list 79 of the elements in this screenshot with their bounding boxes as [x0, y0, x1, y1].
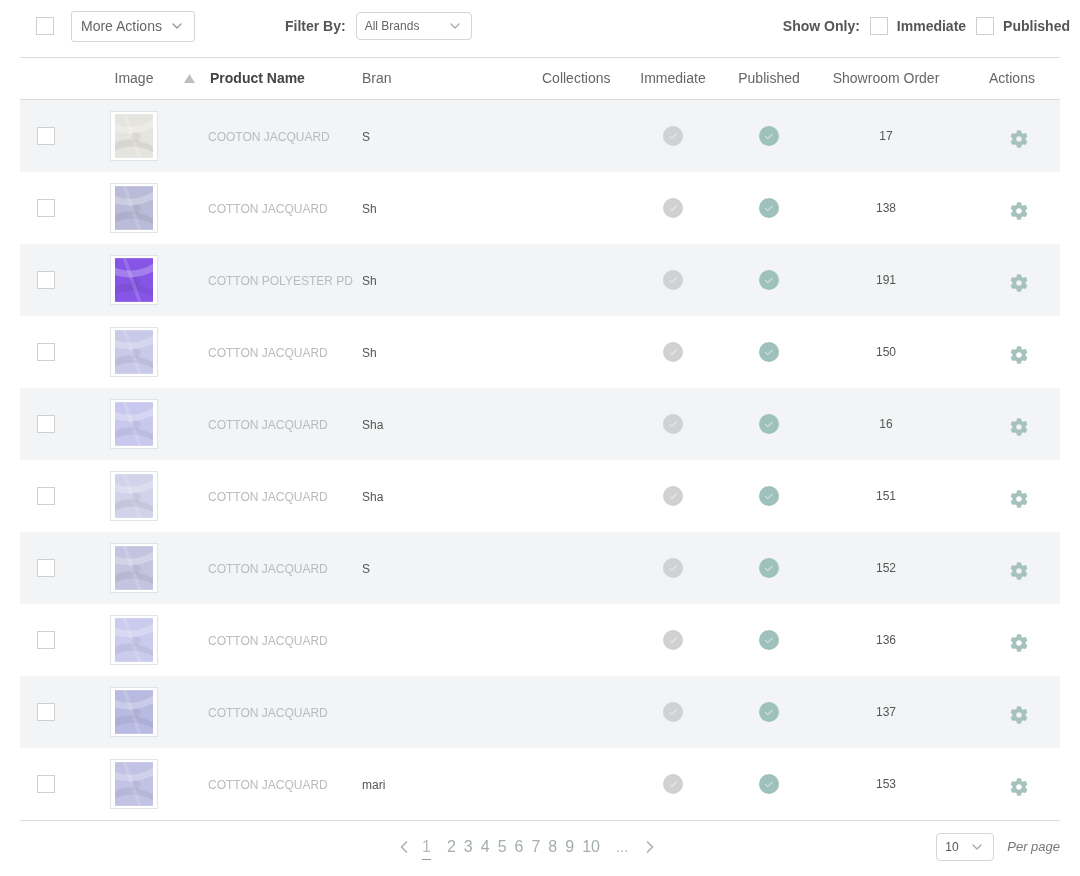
settings-icon[interactable]	[1010, 274, 1028, 292]
settings-icon[interactable]	[1010, 490, 1028, 508]
showroom-order: 191	[876, 272, 896, 289]
product-name[interactable]: COTTON JACQUARD	[208, 562, 328, 576]
brand-name: Sh	[362, 346, 377, 360]
product-name[interactable]: COTTON JACQUARD	[208, 490, 328, 504]
product-name[interactable]: COOTON JACQUARD	[208, 130, 330, 144]
settings-icon[interactable]	[1010, 130, 1028, 148]
page-link[interactable]: 2	[446, 835, 456, 859]
page-link[interactable]: 5	[497, 835, 507, 859]
column-header[interactable]: Showroom Order	[832, 68, 940, 89]
column-header[interactable]: Bran	[362, 68, 392, 89]
brand-name: Sha	[362, 490, 384, 504]
showroom-order: 16	[879, 416, 893, 433]
product-name[interactable]: COTTON JACQUARD	[208, 706, 328, 720]
product-name[interactable]: COTTON JACQUARD	[208, 346, 328, 360]
select-all-checkbox[interactable]	[36, 17, 54, 35]
brand-name: S	[362, 130, 370, 144]
page-link[interactable]: 3	[463, 835, 473, 859]
page-link[interactable]: 7	[531, 835, 541, 859]
page-link[interactable]: 4	[480, 835, 490, 859]
brand-name: Sha	[362, 418, 384, 432]
brand-name: Sh	[362, 274, 377, 288]
per-page-label: Per page	[1007, 838, 1060, 857]
row-checkbox[interactable]	[37, 271, 55, 289]
showroom-order: 152	[876, 560, 896, 577]
showroom-order: 136	[876, 632, 896, 649]
showroom-order: 150	[876, 344, 896, 361]
showroom-order: 138	[876, 200, 896, 217]
pagination-ellipsis: ...	[615, 836, 629, 857]
column-header[interactable]: Actions	[989, 68, 1035, 89]
product-name[interactable]: COTTON JACQUARD	[208, 418, 328, 432]
more-actions-button[interactable]: More Actions	[71, 10, 195, 42]
settings-icon[interactable]	[1010, 418, 1028, 436]
filter-checkbox[interactable]	[976, 17, 995, 35]
column-header[interactable]: Published	[738, 68, 800, 89]
per-page-select[interactable]: 10	[936, 833, 995, 861]
checkbox-label: Published	[1003, 16, 1070, 36]
brand-filter-select[interactable]: All Brands	[355, 12, 472, 40]
settings-icon[interactable]	[1010, 634, 1028, 652]
brand-name: mari	[362, 778, 386, 792]
show-only-label: Show Only:	[782, 16, 860, 36]
row-checkbox[interactable]	[37, 631, 55, 649]
row-checkbox[interactable]	[37, 487, 55, 505]
product-name[interactable]: COTTON JACQUARD	[208, 634, 328, 648]
product-name[interactable]: COTTON POLYESTER PD	[208, 274, 353, 288]
row-checkbox[interactable]	[37, 343, 55, 361]
product-name[interactable]: COTTON JACQUARD	[208, 778, 328, 792]
page-link[interactable]: 1	[422, 834, 431, 860]
showroom-order: 137	[876, 704, 896, 721]
column-header[interactable]: Immediate	[640, 68, 706, 89]
filter-label: Filter By:	[285, 16, 346, 36]
page-link[interactable]: 6	[514, 835, 524, 859]
row-checkbox[interactable]	[37, 775, 55, 793]
filter-checkbox[interactable]	[869, 17, 888, 35]
settings-icon[interactable]	[1010, 706, 1028, 724]
settings-icon[interactable]	[1010, 346, 1028, 364]
row-checkbox[interactable]	[37, 703, 55, 721]
sort-ascending-icon[interactable]	[184, 74, 195, 83]
column-header[interactable]: Image	[114, 68, 154, 89]
row-checkbox[interactable]	[37, 415, 55, 433]
page-link[interactable]: 9	[565, 835, 575, 859]
column-header[interactable]: Product Name	[210, 68, 305, 89]
showroom-order: 17	[879, 128, 893, 145]
row-checkbox[interactable]	[37, 559, 55, 577]
showroom-order: 153	[876, 776, 896, 793]
page-link[interactable]: 10	[582, 835, 600, 859]
row-checkbox[interactable]	[37, 127, 55, 145]
settings-icon[interactable]	[1010, 778, 1028, 796]
brand-name: S	[362, 562, 370, 576]
settings-icon[interactable]	[1010, 202, 1028, 220]
brand-name: Sh	[362, 202, 377, 216]
settings-icon[interactable]	[1010, 562, 1028, 580]
checkbox-label: Immediate	[896, 16, 967, 36]
column-header[interactable]: Collections	[542, 68, 611, 89]
product-name[interactable]: COTTON JACQUARD	[208, 202, 328, 216]
row-checkbox[interactable]	[37, 199, 55, 217]
page-link[interactable]: 8	[548, 835, 558, 859]
showroom-order: 151	[876, 488, 896, 505]
